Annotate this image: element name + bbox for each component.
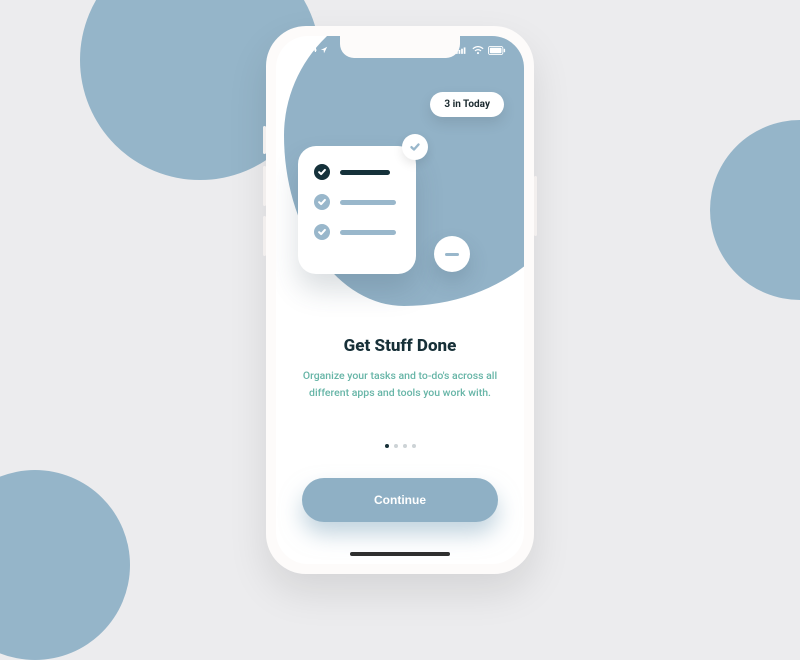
hero-illustration: 3 in Today — [276, 36, 524, 321]
page-dot[interactable] — [412, 444, 416, 448]
phone-side-button — [263, 166, 266, 206]
onboarding-content: Get Stuff Done Organize your tasks and t… — [276, 336, 524, 402]
phone-frame: 12:34 3 in Today — [266, 26, 534, 574]
status-time: 12:34 — [294, 45, 317, 55]
card-check-bubble — [402, 134, 428, 160]
checklist-item-line — [340, 230, 396, 235]
check-icon — [409, 141, 421, 153]
check-icon — [314, 164, 330, 180]
checklist-item — [314, 164, 400, 180]
checklist-item — [314, 194, 400, 210]
today-count-badge: 3 in Today — [430, 92, 504, 117]
phone-notch — [340, 36, 460, 58]
page-dot[interactable] — [403, 444, 407, 448]
checklist-item — [314, 224, 400, 240]
phone-side-button — [263, 126, 266, 154]
location-arrow-icon — [320, 46, 328, 54]
check-icon — [314, 194, 330, 210]
continue-button-label: Continue — [374, 493, 426, 507]
wifi-icon — [472, 46, 484, 55]
home-indicator[interactable] — [350, 552, 450, 556]
background-circle — [710, 120, 800, 300]
onboarding-subtitle: Organize your tasks and to-do's across a… — [302, 368, 498, 402]
background-circle — [0, 470, 130, 660]
page-dot[interactable] — [394, 444, 398, 448]
phone-side-button — [534, 176, 537, 236]
checklist-item-line — [340, 200, 396, 205]
battery-icon — [488, 46, 506, 55]
remove-button[interactable] — [434, 236, 470, 272]
minus-icon — [445, 253, 459, 256]
phone-side-button — [263, 216, 266, 256]
check-icon — [314, 224, 330, 240]
checklist-card — [298, 146, 416, 274]
continue-button[interactable]: Continue — [302, 478, 498, 522]
page-indicator — [276, 444, 524, 448]
page-dot[interactable] — [385, 444, 389, 448]
checklist-item-line — [340, 170, 390, 175]
onboarding-title: Get Stuff Done — [302, 336, 498, 356]
badge-label: 3 in Today — [444, 99, 490, 110]
phone-screen: 12:34 3 in Today — [276, 36, 524, 564]
